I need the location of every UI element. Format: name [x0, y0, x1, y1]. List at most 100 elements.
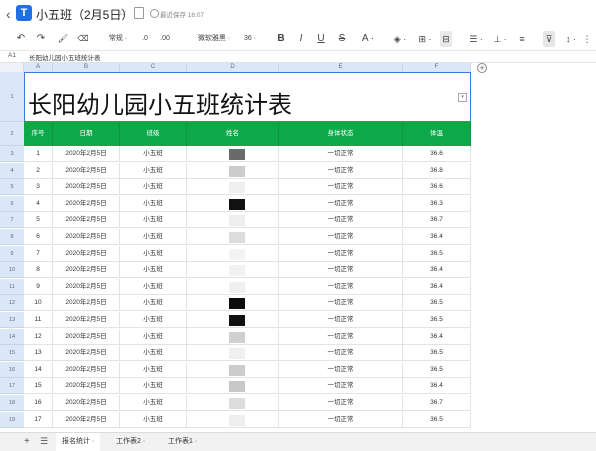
cell-number[interactable]: 8 — [24, 262, 53, 278]
cell-number[interactable]: 4 — [24, 196, 53, 212]
cell-name[interactable] — [187, 196, 279, 212]
cell-status[interactable]: 一切正常 — [279, 163, 403, 179]
cell-date[interactable]: 2020年2月5日 — [53, 312, 120, 328]
cell-number[interactable]: 12 — [24, 329, 53, 345]
cell-temperature[interactable]: 36.4 — [403, 229, 471, 245]
increase-decimal-button[interactable]: .00 — [156, 31, 174, 47]
cell-temperature[interactable]: 36.7 — [403, 212, 471, 228]
row-header[interactable]: 5 — [0, 179, 24, 195]
row-header[interactable]: 18 — [0, 395, 24, 411]
cell-name[interactable] — [187, 378, 279, 394]
cell-class[interactable]: 小五班 — [120, 362, 187, 378]
bold-button[interactable]: B — [275, 31, 287, 47]
cell-temperature[interactable]: 36.4 — [403, 262, 471, 278]
cell-name[interactable] — [187, 163, 279, 179]
header-cell[interactable]: 身体状态 — [279, 122, 403, 146]
cell-status[interactable]: 一切正常 — [279, 179, 403, 195]
cell-temperature[interactable]: 36.5 — [403, 246, 471, 262]
cell-name[interactable] — [187, 179, 279, 195]
cell-class[interactable]: 小五班 — [120, 212, 187, 228]
cell-class[interactable]: 小五班 — [120, 146, 187, 162]
cell-number[interactable]: 5 — [24, 212, 53, 228]
clear-format-icon[interactable]: ⌫ — [76, 31, 90, 47]
cell-temperature[interactable]: 36.5 — [403, 345, 471, 361]
row-header[interactable]: 12 — [0, 295, 24, 311]
cell-date[interactable]: 2020年2月5日 — [53, 196, 120, 212]
cell-date[interactable]: 2020年2月5日 — [53, 329, 120, 345]
cell-temperature[interactable]: 36.7 — [403, 395, 471, 411]
cell-class[interactable]: 小五班 — [120, 329, 187, 345]
redo-icon[interactable]: ↷ — [34, 31, 48, 47]
merge-cells-icon[interactable]: ⊟ — [440, 31, 452, 47]
cell-class[interactable]: 小五班 — [120, 196, 187, 212]
cell-status[interactable]: 一切正常 — [279, 378, 403, 394]
cell-date[interactable]: 2020年2月5日 — [53, 295, 120, 311]
cell-number[interactable]: 10 — [24, 295, 53, 311]
column-header[interactable]: A — [24, 63, 53, 72]
cell-date[interactable]: 2020年2月5日 — [53, 229, 120, 245]
strikethrough-button[interactable]: S — [336, 31, 348, 47]
cell-name[interactable] — [187, 146, 279, 162]
column-header[interactable]: C — [120, 63, 187, 72]
cell-name[interactable] — [187, 229, 279, 245]
row-header[interactable]: 19 — [0, 412, 24, 428]
cell-date[interactable]: 2020年2月5日 — [53, 146, 120, 162]
sheet-tab[interactable]: 工作表1 · — [162, 433, 203, 451]
cell-status[interactable]: 一切正常 — [279, 196, 403, 212]
horizontal-align-icon[interactable]: ☰ · — [466, 31, 486, 47]
cell-class[interactable]: 小五班 — [120, 312, 187, 328]
cell-number[interactable]: 1 — [24, 146, 53, 162]
column-header[interactable]: D — [187, 63, 279, 72]
fill-color-icon[interactable]: ◈ · — [390, 31, 410, 47]
filter-icon[interactable]: ⊽ — [543, 31, 555, 47]
cell-number[interactable]: 16 — [24, 395, 53, 411]
cell-name[interactable] — [187, 295, 279, 311]
cell-number[interactable]: 17 — [24, 412, 53, 428]
cell-number[interactable]: 15 — [24, 378, 53, 394]
row-header[interactable]: 14 — [0, 329, 24, 345]
cell-number[interactable]: 14 — [24, 362, 53, 378]
undo-icon[interactable]: ↶ — [14, 31, 28, 47]
cell-temperature[interactable]: 36.5 — [403, 295, 471, 311]
cell-name[interactable] — [187, 329, 279, 345]
header-cell[interactable]: 姓名 — [187, 122, 279, 146]
cell-class[interactable]: 小五班 — [120, 279, 187, 295]
cell-class[interactable]: 小五班 — [120, 246, 187, 262]
header-cell[interactable]: 体温 — [403, 122, 471, 146]
decrease-decimal-button[interactable]: .0 — [138, 31, 152, 47]
row-header[interactable]: 1 — [0, 72, 24, 122]
add-sheet-icon[interactable]: + — [24, 436, 30, 447]
cell-date[interactable]: 2020年2月5日 — [53, 279, 120, 295]
cell-date[interactable]: 2020年2月5日 — [53, 246, 120, 262]
cell-temperature[interactable]: 36.6 — [403, 146, 471, 162]
row-header[interactable]: 10 — [0, 262, 24, 278]
cell-date[interactable]: 2020年2月5日 — [53, 362, 120, 378]
cell-name[interactable] — [187, 412, 279, 428]
column-header[interactable]: E — [279, 63, 403, 72]
cell-status[interactable]: 一切正常 — [279, 295, 403, 311]
cell-status[interactable]: 一切正常 — [279, 279, 403, 295]
cell-class[interactable]: 小五班 — [120, 345, 187, 361]
header-cell[interactable]: 日期 — [53, 122, 120, 146]
underline-button[interactable]: U — [315, 31, 327, 47]
cell-date[interactable]: 2020年2月5日 — [53, 262, 120, 278]
cell-date[interactable]: 2020年2月5日 — [53, 395, 120, 411]
cell-number[interactable]: 2 — [24, 163, 53, 179]
column-header[interactable]: F — [403, 63, 471, 72]
cell-name[interactable] — [187, 395, 279, 411]
cell-status[interactable]: 一切正常 — [279, 212, 403, 228]
cell-status[interactable]: 一切正常 — [279, 329, 403, 345]
cell-class[interactable]: 小五班 — [120, 163, 187, 179]
row-header[interactable]: 6 — [0, 196, 24, 212]
cell-temperature[interactable]: 36.8 — [403, 163, 471, 179]
wrap-text-icon[interactable]: ≡ — [516, 31, 528, 47]
cell-status[interactable]: 一切正常 — [279, 146, 403, 162]
cell-temperature[interactable]: 36.5 — [403, 362, 471, 378]
cell-name[interactable] — [187, 262, 279, 278]
cell-date[interactable]: 2020年2月5日 — [53, 345, 120, 361]
file-icon[interactable] — [134, 7, 144, 19]
cell-name[interactable] — [187, 312, 279, 328]
cell-name[interactable] — [187, 345, 279, 361]
italic-button[interactable]: I — [295, 31, 307, 47]
column-header[interactable]: B — [53, 63, 120, 72]
